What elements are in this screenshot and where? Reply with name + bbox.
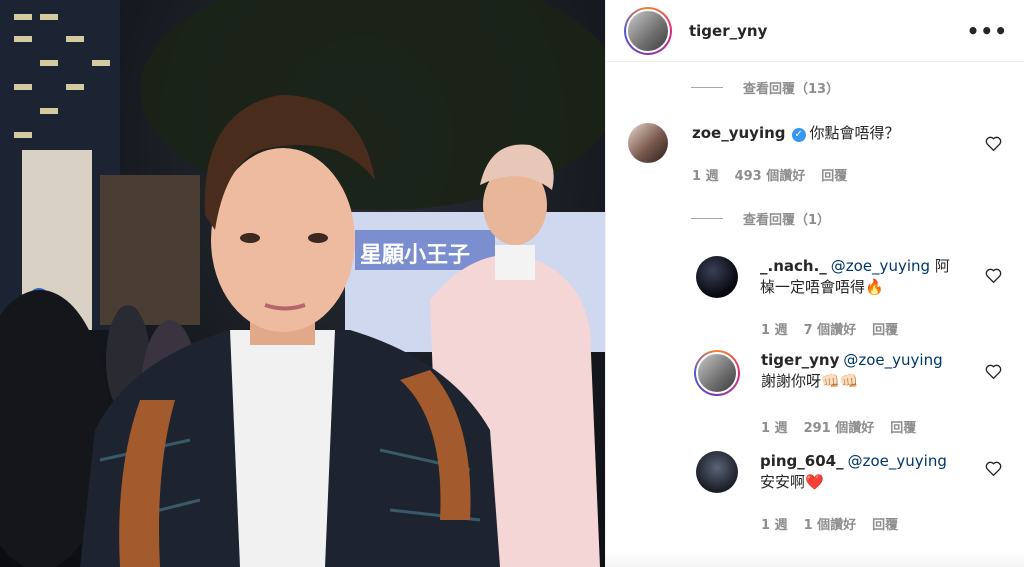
like-heart-icon[interactable] (985, 461, 1003, 477)
comment-username[interactable]: zoe_yuying (692, 124, 786, 142)
commenter-avatar[interactable] (628, 123, 668, 163)
view-replies-label: 查看回覆（1） (743, 213, 831, 228)
reply-text: ping_604_ @zoe_yuying 安安啊❤️ (760, 451, 980, 493)
author-avatar[interactable] (624, 6, 672, 55)
view-replies-toggle[interactable]: 查看回覆（1） (691, 209, 830, 228)
view-replies-top[interactable]: 查看回覆（13） (691, 78, 839, 97)
reply-item: tiger_yny @zoe_yuying 謝謝你呀👊🏻👊🏻 (694, 350, 981, 396)
reply-avatar[interactable] (696, 256, 738, 298)
bus-sign-text: 星願小王子 (360, 242, 470, 267)
divider-dash (691, 218, 723, 219)
reply-meta: 1 週 1 個讚好 回覆 (761, 514, 898, 533)
reply-item: ping_604_ @zoe_yuying 安安啊❤️ (696, 451, 980, 493)
reply-body-line1: 阿 (934, 257, 950, 275)
reply-likes[interactable]: 7 個讚好 (804, 319, 857, 338)
reply-likes[interactable]: 291 個讚好 (804, 417, 875, 436)
reply-avatar[interactable] (694, 350, 740, 396)
like-heart-icon[interactable] (985, 268, 1003, 284)
reply-button[interactable]: 回覆 (872, 319, 898, 338)
more-horizontal-icon[interactable]: ••• (967, 19, 1008, 43)
reply-button[interactable]: 回覆 (890, 417, 916, 436)
comment-likes[interactable]: 493 個讚好 (735, 165, 806, 184)
comment-meta: 1 週 493 個讚好 回覆 (692, 165, 847, 184)
reply-body-line2: 槕一定唔會唔得🔥 (760, 278, 884, 296)
reply-username[interactable]: tiger_yny (761, 351, 839, 369)
reply-meta: 1 週 291 個讚好 回覆 (761, 417, 916, 436)
reply-mention[interactable]: @zoe_yuying (843, 351, 942, 369)
reply-body-line2: 安安啊❤️ (760, 473, 824, 491)
main-comment: zoe_yuying ✓ 你點會唔得？ (628, 123, 900, 163)
reply-body-line2: 謝謝你呀👊🏻👊🏻 (761, 372, 859, 390)
reply-mention[interactable]: @zoe_yuying (831, 257, 930, 275)
author-username[interactable]: tiger_yny (689, 22, 967, 40)
reply-time[interactable]: 1 週 (761, 417, 788, 436)
reply-time[interactable]: 1 週 (761, 514, 788, 533)
scroll-fade (606, 553, 1024, 567)
reply-username[interactable]: _.nach._ (760, 257, 827, 275)
reply-username[interactable]: ping_604_ (760, 452, 844, 470)
view-replies-label: 查看回覆（13） (743, 82, 840, 97)
comment-text: zoe_yuying ✓ 你點會唔得？ (692, 123, 900, 144)
divider-dash (691, 87, 723, 88)
reply-text: _.nach._ @zoe_yuying 阿 槕一定唔會唔得🔥 (760, 256, 960, 298)
reply-button[interactable]: 回覆 (821, 165, 847, 184)
reply-likes[interactable]: 1 個讚好 (804, 514, 857, 533)
like-heart-icon[interactable] (985, 364, 1003, 380)
reply-text: tiger_yny @zoe_yuying 謝謝你呀👊🏻👊🏻 (761, 350, 981, 392)
reply-meta: 1 週 7 個讚好 回覆 (761, 319, 898, 338)
reply-button[interactable]: 回覆 (872, 514, 898, 533)
comments-panel: tiger_yny ••• 查看回覆（13） zoe_yuying ✓ 你點會唔得？… (605, 0, 1024, 567)
comment-time[interactable]: 1 週 (692, 165, 719, 184)
photo-illustration: 星願小王子 (0, 0, 605, 567)
post-photo[interactable]: 星願小王子 (0, 0, 605, 567)
comment-body: 你點會唔得？ (809, 124, 900, 142)
reply-mention[interactable]: @zoe_yuying (848, 452, 947, 470)
post-header: tiger_yny ••• (606, 0, 1024, 62)
like-heart-icon[interactable] (985, 136, 1003, 152)
reply-time[interactable]: 1 週 (761, 319, 788, 338)
verified-badge-icon: ✓ (791, 128, 806, 142)
reply-avatar[interactable] (696, 451, 738, 493)
reply-item: _.nach._ @zoe_yuying 阿 槕一定唔會唔得🔥 (696, 256, 960, 298)
